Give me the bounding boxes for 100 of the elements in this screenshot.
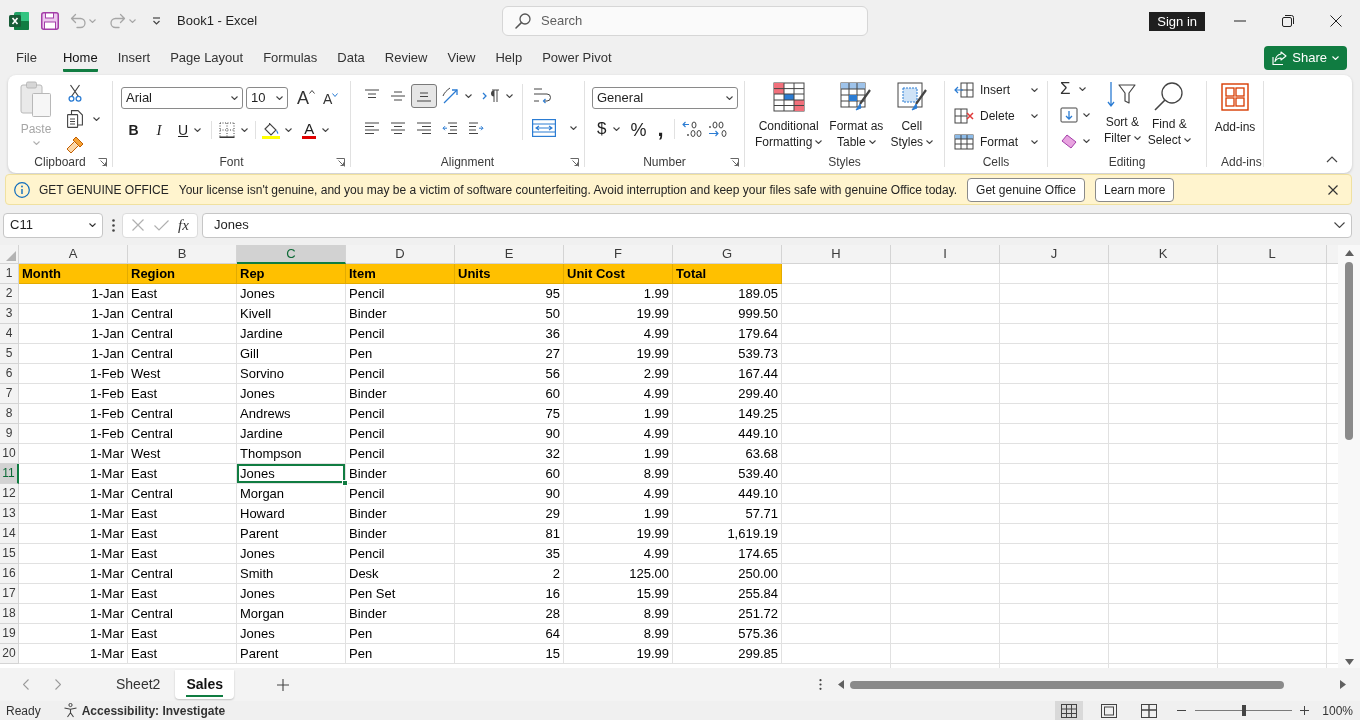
sheet-cell[interactable]: 28: [455, 604, 564, 624]
add-ins-button[interactable]: Add-ins: [1214, 83, 1256, 153]
sheet-cell[interactable]: 27: [455, 344, 564, 364]
sheet-cell[interactable]: 1-Mar: [19, 624, 128, 644]
sheet-cell[interactable]: 1-Mar: [19, 644, 128, 664]
sheet-cell[interactable]: Pencil: [346, 444, 455, 464]
percent-style-button[interactable]: %: [625, 117, 652, 141]
sheet-cell[interactable]: Central: [128, 324, 237, 344]
sheet-cell[interactable]: 4.99: [564, 324, 673, 344]
scrollbar-thumb[interactable]: [1345, 262, 1353, 440]
sheet-cell[interactable]: Gill: [237, 344, 346, 364]
sheet-cell[interactable]: Central: [128, 424, 237, 444]
empty-cells[interactable]: [782, 264, 1338, 668]
sheet-cell[interactable]: 15.99: [564, 584, 673, 604]
search-field[interactable]: Search: [502, 6, 868, 36]
ribbon-tab[interactable]: Data: [327, 42, 375, 74]
sheet-cell[interactable]: Binder: [346, 384, 455, 404]
sheet-cell[interactable]: 64: [455, 624, 564, 644]
row-header[interactable]: 14: [0, 524, 19, 544]
sheet-cell[interactable]: 1-Mar: [19, 504, 128, 524]
sheet-cell[interactable]: 2.99: [564, 364, 673, 384]
dialog-launcher-icon[interactable]: [98, 157, 107, 167]
sheet-cell[interactable]: Central: [128, 344, 237, 364]
sheet-cell[interactable]: 8.99: [564, 624, 673, 644]
vertical-dots-icon[interactable]: [819, 679, 822, 690]
sheet-cell[interactable]: Pen: [346, 344, 455, 364]
column-title-cell[interactable]: Region: [128, 264, 237, 284]
row-header[interactable]: 2: [0, 284, 19, 304]
sheet-cell[interactable]: 56: [455, 364, 564, 384]
sheet-cell[interactable]: East: [128, 544, 237, 564]
sheet-cell[interactable]: 1-Feb: [19, 404, 128, 424]
row-header[interactable]: 8: [0, 404, 19, 424]
sheet-cell[interactable]: Jones: [237, 284, 346, 304]
row-header[interactable]: 11: [0, 464, 19, 484]
row-header[interactable]: 12: [0, 484, 19, 504]
sheet-cell[interactable]: Pencil: [346, 424, 455, 444]
name-box[interactable]: C11: [3, 212, 103, 238]
sheet-tab[interactable]: Sheet2: [105, 670, 172, 699]
sheet-cell[interactable]: 95: [455, 284, 564, 304]
sheet-cell[interactable]: Binder: [346, 604, 455, 624]
row-header[interactable]: 9: [0, 424, 19, 444]
ribbon-tab[interactable]: Help: [485, 42, 533, 74]
horizontal-scrollbar[interactable]: [838, 677, 1346, 692]
sheet-cell[interactable]: 19.99: [564, 524, 673, 544]
zoom-level[interactable]: 100%: [1322, 701, 1353, 720]
ribbon-tab[interactable]: Page Layout: [160, 42, 254, 74]
column-title-cell[interactable]: Unit Cost: [564, 264, 673, 284]
sheet-cell[interactable]: 1-Mar: [19, 464, 128, 484]
column-title-cell[interactable]: Rep: [237, 264, 346, 284]
column-title-cell[interactable]: Units: [455, 264, 564, 284]
sheet-cell[interactable]: East: [128, 284, 237, 304]
italic-button[interactable]: I: [146, 119, 172, 141]
row-header[interactable]: 6: [0, 364, 19, 384]
sheet-cell[interactable]: Pen Set: [346, 584, 455, 604]
sheet-cell[interactable]: Jardine: [237, 424, 346, 444]
sheet-cell[interactable]: Morgan: [237, 604, 346, 624]
sheet-cell[interactable]: 16: [455, 584, 564, 604]
sheet-cell[interactable]: 1-Jan: [19, 304, 128, 324]
sheet-cell[interactable]: 1-Feb: [19, 384, 128, 404]
grow-font-button[interactable]: A: [297, 87, 315, 109]
sheet-cell[interactable]: 1-Mar: [19, 584, 128, 604]
sheet-cell[interactable]: Jardine: [237, 324, 346, 344]
sheet-cell[interactable]: Pen: [346, 624, 455, 644]
sheet-cell[interactable]: Binder: [346, 504, 455, 524]
sheet-cell[interactable]: 36: [455, 324, 564, 344]
sheet-cell[interactable]: 29: [455, 504, 564, 524]
sheet-cell[interactable]: 4.99: [564, 484, 673, 504]
format-as-table-button[interactable]: Format as Table: [829, 82, 884, 153]
sheet-cell[interactable]: 1-Mar: [19, 604, 128, 624]
sheet-cell[interactable]: 1-Mar: [19, 444, 128, 464]
sheet-cell[interactable]: 1-Feb: [19, 424, 128, 444]
sheet-cell[interactable]: 19.99: [564, 644, 673, 664]
sheet-cell[interactable]: 90: [455, 484, 564, 504]
sheet-cell[interactable]: 32: [455, 444, 564, 464]
ribbon-tab[interactable]: Insert: [107, 42, 161, 74]
column-title-cell[interactable]: Month: [19, 264, 128, 284]
conditional-formatting-button[interactable]: Conditional Formatting: [755, 82, 823, 153]
ribbon-tab[interactable]: View: [437, 42, 486, 74]
sheet-cell[interactable]: 35: [455, 544, 564, 564]
font-color-button[interactable]: A: [298, 119, 334, 141]
dialog-launcher-icon[interactable]: [730, 157, 739, 167]
ribbon-tab[interactable]: Formulas: [253, 42, 328, 74]
sheet-cell[interactable]: Jones: [237, 544, 346, 564]
sort-filter-button[interactable]: Sort & Filter: [1104, 78, 1141, 153]
sheet-cell[interactable]: East: [128, 464, 237, 484]
sheet-cell[interactable]: Parent: [237, 644, 346, 664]
sheet-cell[interactable]: 1-Jan: [19, 284, 128, 304]
sheet-cell[interactable]: 1-Mar: [19, 524, 128, 544]
autosum-button[interactable]: Σ: [1058, 78, 1092, 100]
share-button[interactable]: Share: [1264, 46, 1347, 70]
sheet-cell[interactable]: 1.99: [564, 444, 673, 464]
sheet-cell[interactable]: 90: [455, 424, 564, 444]
sheet-cell[interactable]: 19.99: [564, 344, 673, 364]
sheet-cell[interactable]: 1-Feb: [19, 364, 128, 384]
insert-cells-button[interactable]: Insert: [954, 79, 1044, 101]
row-header[interactable]: 13: [0, 504, 19, 524]
sheet-cell[interactable]: Binder: [346, 304, 455, 324]
sheet-cell[interactable]: Central: [128, 564, 237, 584]
sheet-cell[interactable]: East: [128, 624, 237, 644]
dialog-launcher-icon[interactable]: [336, 157, 345, 167]
